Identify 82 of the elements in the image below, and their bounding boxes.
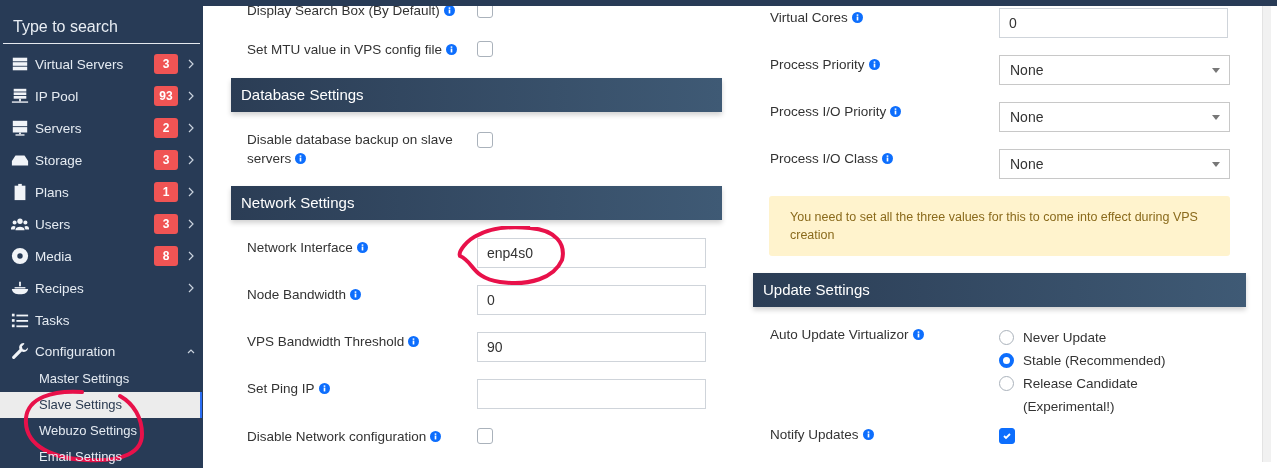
field-label: Auto Update Virtualizor [770,327,924,342]
sidebar-item[interactable]: IP Pool 93 [0,80,203,112]
sidebar-item[interactable]: Tasks [0,304,203,336]
info-icon [350,289,362,300]
bowl-icon [11,279,29,297]
radio-label: Release Candidate (Experimental!) [1023,375,1139,416]
section-header: Update Settings [753,273,1246,307]
sidebar-item[interactable]: Media 8 [0,240,203,272]
field-label: Set Ping IP [247,381,330,396]
radio-label: Stable (Recommended) [1023,352,1166,370]
sidebar-item[interactable]: Virtual Servers 3 [0,48,203,80]
text-field[interactable]: 0 [477,285,706,315]
text-field[interactable] [477,379,706,409]
field-label: Node Bandwidth [247,287,362,302]
info-icon [430,430,442,442]
caret-icon [1212,114,1220,120]
field-label: Process I/O Class [770,151,894,166]
text-field[interactable]: 90 [477,332,706,362]
section-header: Network Settings [231,186,722,220]
radio-button[interactable] [999,376,1014,391]
info-icon [446,43,458,55]
info-icon [912,329,924,340]
section-header: Database Settings [231,78,722,112]
network-server-icon [11,87,29,105]
warning-alert: You need to set all the three values for this to come into effect during VPS creation [769,196,1230,256]
info-icon [882,153,894,164]
server-icon [11,55,29,73]
info-icon [318,383,330,394]
submenu-item[interactable]: Master Settings [0,366,203,392]
list-icon [11,311,29,329]
check-icon [1002,430,1012,441]
sidebar-item[interactable]: Configuration [0,336,203,366]
info-icon [443,4,455,16]
dropdown[interactable]: None [999,102,1230,132]
text-field[interactable]: enp4s0 [477,238,706,268]
scrollbar[interactable] [1262,6,1271,462]
field-label: Process Priority [770,57,880,72]
text-field[interactable]: 0 [999,8,1228,38]
field-label: Display Search Box (By Default) [247,2,455,18]
checkbox[interactable] [477,428,493,444]
count-badge: 93 [154,86,178,106]
checkbox[interactable] [999,427,1015,444]
count-badge: 3 [154,150,178,170]
field-label: Network Interface [247,240,368,255]
info-icon [295,153,307,164]
field-label: Process I/O Priority [770,104,902,119]
info-icon [408,336,420,347]
info-icon [862,429,874,440]
sidebar-item[interactable]: Plans 1 [0,176,203,208]
submenu-item[interactable]: Webuzo Settings [0,418,203,444]
checkbox[interactable] [477,41,493,57]
count-badge: 2 [154,118,178,138]
info-icon [868,59,880,70]
wrench-icon [11,342,29,360]
radio-button[interactable] [999,330,1014,345]
sidebar-item[interactable]: Recipes [0,272,203,304]
caret-icon [1212,161,1220,167]
field-label: Disable Network configuration [247,428,442,444]
sidebar-item[interactable]: Users 3 [0,208,203,240]
sidebar-item[interactable]: Storage 3 [0,144,203,176]
field-label: Set MTU value in VPS config file [247,41,458,57]
field-label: Notify Updates [770,427,874,442]
dropdown[interactable]: None [999,149,1230,179]
field-label: Virtual Cores [770,10,863,25]
checkbox[interactable] [477,132,493,148]
monitor-icon [11,119,29,137]
count-badge: 3 [154,54,178,74]
field-label: Disable database backup on slave servers [247,132,453,166]
radio-button[interactable] [999,353,1014,368]
dropdown[interactable]: None [999,55,1230,85]
radio-label: Never Update [1023,329,1107,347]
sidebar-item[interactable]: Servers 2 [0,112,203,144]
info-icon [890,106,902,117]
field-label: VPS Bandwidth Threshold [247,334,420,349]
count-badge: 1 [154,182,178,202]
count-badge: 8 [154,246,178,266]
info-icon [851,12,863,23]
submenu-item[interactable]: Slave Settings [0,392,202,418]
info-icon [356,242,368,253]
search-field[interactable]: Type to search [3,14,203,40]
count-badge: 3 [154,214,178,234]
caret-icon [1212,67,1220,73]
